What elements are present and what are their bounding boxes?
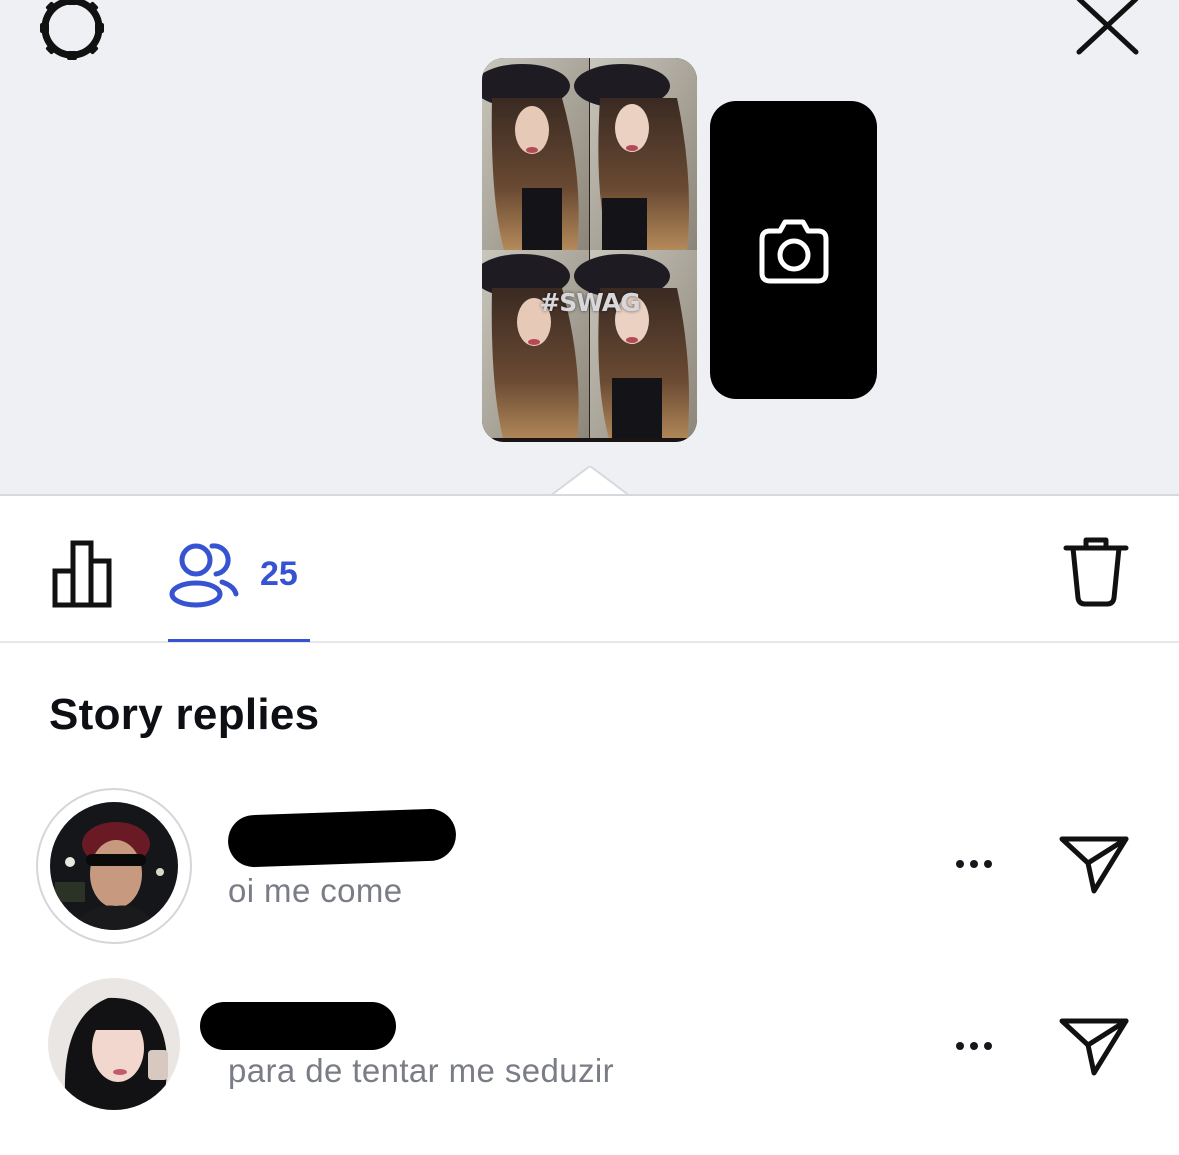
- more-icon-dot: [970, 1042, 978, 1050]
- close-icon: [1076, 0, 1139, 55]
- story-overlay-text: #SWAG: [539, 288, 640, 317]
- viewers-tab-count: 25: [260, 554, 298, 593]
- story-thumbnail[interactable]: #SWAG 25: [482, 58, 697, 442]
- delete-story-button[interactable]: [1056, 530, 1136, 612]
- section-title: Story replies: [49, 690, 320, 739]
- camera-icon: [759, 219, 828, 284]
- settings-button[interactable]: [30, 0, 114, 70]
- send-icon: [1059, 836, 1129, 894]
- avatar[interactable]: [48, 978, 180, 1110]
- avatar-image: [48, 978, 180, 1110]
- people-icon: [169, 543, 239, 608]
- reply-message: para de tentar me seduzir: [228, 1052, 615, 1089]
- active-tab-indicator: [168, 639, 310, 642]
- bar-chart-icon: [52, 540, 112, 608]
- more-options-button[interactable]: [942, 1026, 1006, 1066]
- tab-viewers[interactable]: 25: [162, 532, 322, 616]
- avatar-image: [50, 802, 178, 930]
- username-redacted: [200, 1002, 396, 1050]
- close-button[interactable]: [1070, 0, 1144, 60]
- add-story-button[interactable]: [710, 101, 877, 399]
- reply-row[interactable]: oi me come: [0, 786, 1179, 944]
- more-icon-dot: [984, 860, 992, 868]
- send-icon: [1059, 1018, 1129, 1076]
- avatar[interactable]: [50, 802, 178, 930]
- trash-icon: [1063, 537, 1129, 607]
- more-icon: [956, 860, 964, 868]
- gear-icon: [40, 0, 104, 60]
- tab-insights[interactable]: [44, 533, 124, 613]
- more-icon: [956, 1042, 964, 1050]
- send-reply-button[interactable]: [1054, 824, 1134, 904]
- username-redacted: [227, 808, 457, 868]
- more-options-button[interactable]: [942, 844, 1006, 884]
- reply-row[interactable]: para de tentar me seduzir: [0, 970, 1179, 1120]
- send-reply-button[interactable]: [1054, 1006, 1134, 1086]
- more-icon-dot: [970, 860, 978, 868]
- story-photo: [482, 58, 697, 442]
- reply-message: oi me come: [228, 872, 403, 909]
- more-icon-dot: [984, 1042, 992, 1050]
